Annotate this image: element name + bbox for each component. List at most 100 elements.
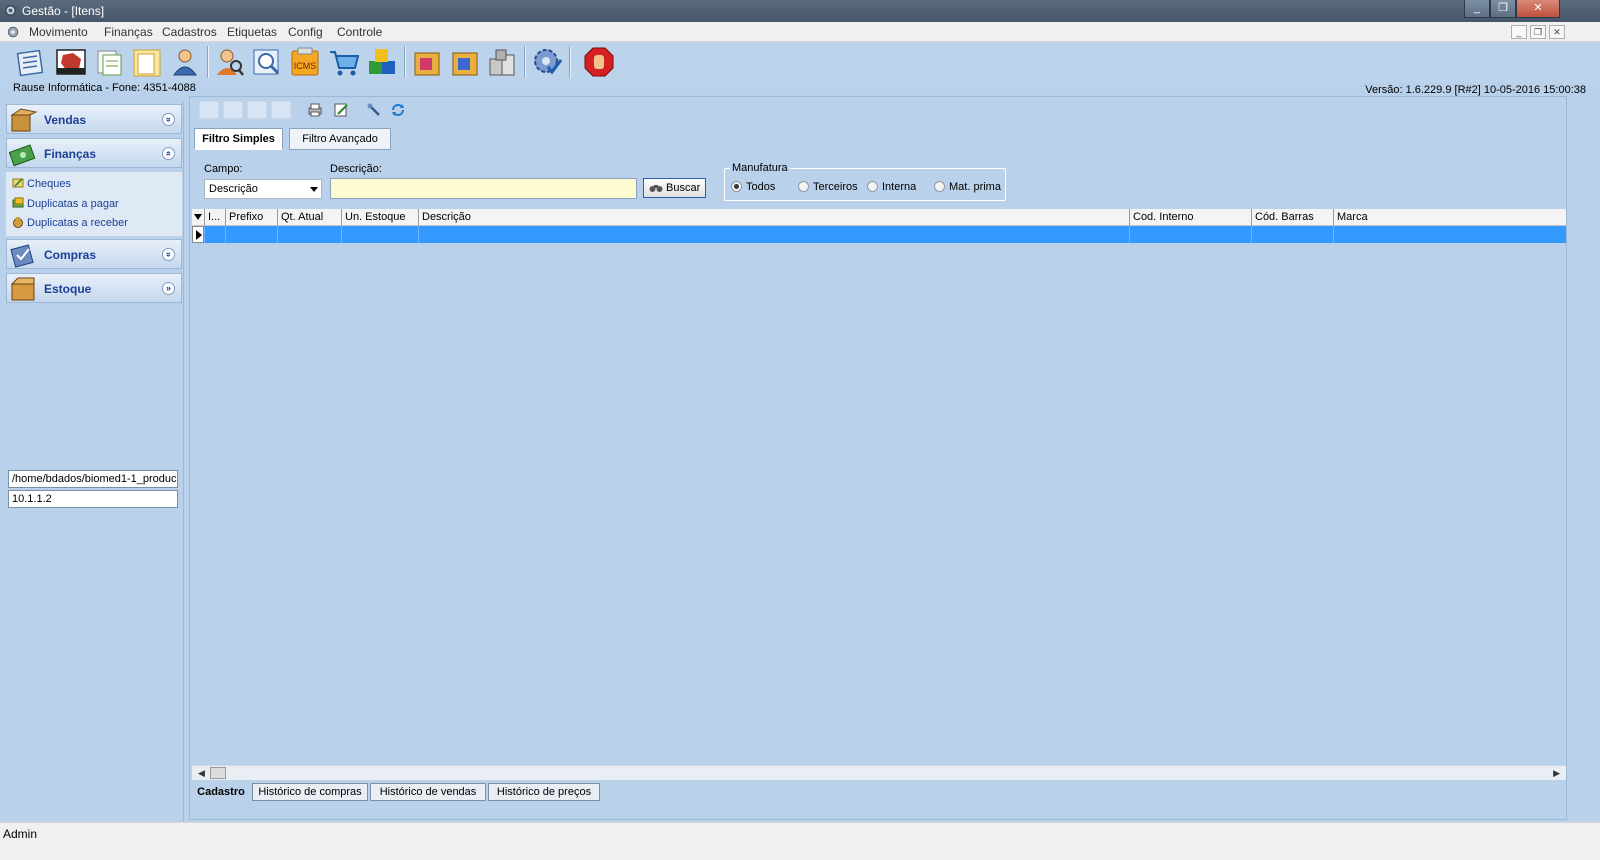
radio-interna[interactable]: Interna <box>867 181 916 193</box>
column-header-un-estoque[interactable]: Un. Estoque <box>341 209 418 226</box>
tab-historico-vendas[interactable]: Histórico de vendas <box>370 783 486 801</box>
manufatura-legend: Manufatura <box>730 162 790 174</box>
column-header-cod-interno[interactable]: Cod. Interno <box>1129 209 1251 226</box>
column-header-prefixo[interactable]: Prefixo <box>225 209 277 226</box>
money-bag-icon <box>13 217 23 228</box>
column-header-descricao[interactable]: Descrição <box>418 209 1129 226</box>
menu-cadastros[interactable]: Cadastros <box>162 25 217 39</box>
row-divider <box>1251 226 1252 243</box>
system-menu-gear-icon[interactable] <box>6 25 20 39</box>
column-header-i[interactable]: I... <box>204 209 225 226</box>
finance-icon <box>9 144 36 167</box>
blocks-icon[interactable] <box>365 45 399 79</box>
row-divider <box>204 226 205 243</box>
nav-group-financas[interactable]: Finanças « <box>6 138 182 168</box>
tab-filtro-simples[interactable]: Filtro Simples <box>194 128 283 150</box>
radio-mat-prima[interactable]: Mat. prima <box>934 181 1001 193</box>
grid-menu-button[interactable] <box>192 209 204 226</box>
scroll-right-arrow-icon[interactable]: ▶ <box>1553 768 1560 779</box>
database-path-field: /home/bdados/biomed1-1_producao <box>8 470 178 488</box>
chevron-up-icon[interactable]: « <box>162 147 175 160</box>
shopping-cart-icon[interactable] <box>327 45 361 79</box>
radio-button <box>934 181 945 192</box>
chevron-right-icon[interactable]: » <box>162 282 175 295</box>
tab-historico-compras[interactable]: Histórico de compras <box>252 783 368 801</box>
financas-item-list: Cheques Duplicatas a pagar Duplicatas a … <box>6 172 182 236</box>
menu-config[interactable]: Config <box>288 25 323 39</box>
descricao-input[interactable] <box>330 178 637 199</box>
chevron-down-icon[interactable]: » <box>162 248 175 261</box>
campo-select-value: Descrição <box>209 183 258 195</box>
gear-check-icon[interactable] <box>530 45 564 79</box>
nav-group-vendas[interactable]: Vendas » <box>6 104 182 134</box>
box-red-icon[interactable] <box>410 45 444 79</box>
buscar-button[interactable]: Buscar <box>643 178 706 198</box>
newspaper-icon[interactable] <box>14 45 48 79</box>
scroll-thumb[interactable] <box>210 767 226 779</box>
title-bar: Gestão - [Itens] _ ❐ ✕ <box>0 0 1600 22</box>
radio-todos[interactable]: Todos <box>731 181 775 193</box>
restore-button[interactable]: ❐ <box>1490 0 1516 18</box>
next-record-button[interactable] <box>247 101 267 119</box>
radio-label: Terceiros <box>813 181 858 193</box>
nav-label: Estoque <box>44 282 92 296</box>
mdi-minimize-button[interactable]: _ <box>1511 25 1527 39</box>
horizontal-scrollbar[interactable]: ◀ ▶ <box>192 765 1566 780</box>
column-header-cod-barras[interactable]: Cód. Barras <box>1251 209 1333 226</box>
check-pen-icon <box>12 178 24 188</box>
icms-icon[interactable]: ICMS <box>288 45 322 79</box>
tab-cadastro[interactable]: Cadastro <box>192 783 250 801</box>
table-row-selected[interactable] <box>192 226 1566 243</box>
nav-group-estoque[interactable]: Estoque » <box>6 273 182 303</box>
campo-select[interactable]: Descrição <box>204 179 322 199</box>
stop-sign-icon[interactable] <box>54 45 88 79</box>
menu-movimento[interactable]: Movimento <box>29 25 88 39</box>
sidebar-item-cheques[interactable]: Cheques <box>12 177 71 190</box>
print-icon[interactable] <box>307 102 323 118</box>
documents-icon[interactable] <box>92 45 126 79</box>
edit-icon[interactable] <box>333 102 349 118</box>
column-header-marca[interactable]: Marca <box>1333 209 1566 226</box>
mdi-close-button[interactable]: ✕ <box>1549 25 1565 39</box>
first-record-button[interactable] <box>199 101 219 119</box>
search-doc-icon[interactable] <box>250 45 284 79</box>
row-divider <box>418 226 419 243</box>
buscar-label: Buscar <box>666 182 701 194</box>
column-header-qt-atual[interactable]: Qt. Atual <box>277 209 341 226</box>
row-divider <box>225 226 226 243</box>
nav-group-compras[interactable]: Compras » <box>6 239 182 269</box>
chevron-down-icon[interactable]: » <box>162 113 175 126</box>
box-yellow-icon[interactable] <box>448 45 482 79</box>
tab-filtro-avancado[interactable]: Filtro Avançado <box>289 128 391 150</box>
menu-etiquetas[interactable]: Etiquetas <box>227 25 277 39</box>
folder-icon[interactable] <box>130 45 164 79</box>
tab-historico-precos[interactable]: Histórico de preços <box>488 783 600 801</box>
toolbar-separator <box>404 46 406 78</box>
close-button[interactable]: ✕ <box>1516 0 1560 18</box>
status-bar: Admin <box>0 822 1600 842</box>
stock-box-icon <box>10 277 35 301</box>
svg-text:ICMS: ICMS <box>294 61 317 71</box>
box-icon <box>10 108 37 132</box>
scroll-left-arrow-icon[interactable]: ◀ <box>198 768 205 779</box>
prior-record-button[interactable] <box>223 101 243 119</box>
menu-controle[interactable]: Controle <box>337 25 382 39</box>
exit-hand-icon[interactable] <box>582 45 616 79</box>
user-search-icon[interactable] <box>213 45 247 79</box>
radio-terceiros[interactable]: Terceiros <box>798 181 858 193</box>
toolbar-separator <box>569 46 571 78</box>
mdi-restore-button[interactable]: ❐ <box>1530 25 1546 39</box>
user-icon[interactable] <box>168 45 202 79</box>
refresh-icon[interactable] <box>390 102 406 118</box>
last-record-button[interactable] <box>271 101 291 119</box>
minimize-button[interactable]: _ <box>1464 0 1490 18</box>
sidebar-item-duplicatas-receber[interactable]: Duplicatas a receber <box>12 216 128 229</box>
pin-icon[interactable] <box>366 102 382 118</box>
menu-financas[interactable]: Finanças <box>104 25 153 39</box>
sidebar-item-label: Duplicatas a receber <box>27 217 128 229</box>
boxes-gray-icon[interactable] <box>486 45 520 79</box>
radio-label: Interna <box>882 181 917 193</box>
sidebar-item-duplicatas-pagar[interactable]: Duplicatas a pagar <box>12 197 119 210</box>
radio-button <box>798 181 809 192</box>
sidebar-item-label: Cheques <box>27 178 72 190</box>
